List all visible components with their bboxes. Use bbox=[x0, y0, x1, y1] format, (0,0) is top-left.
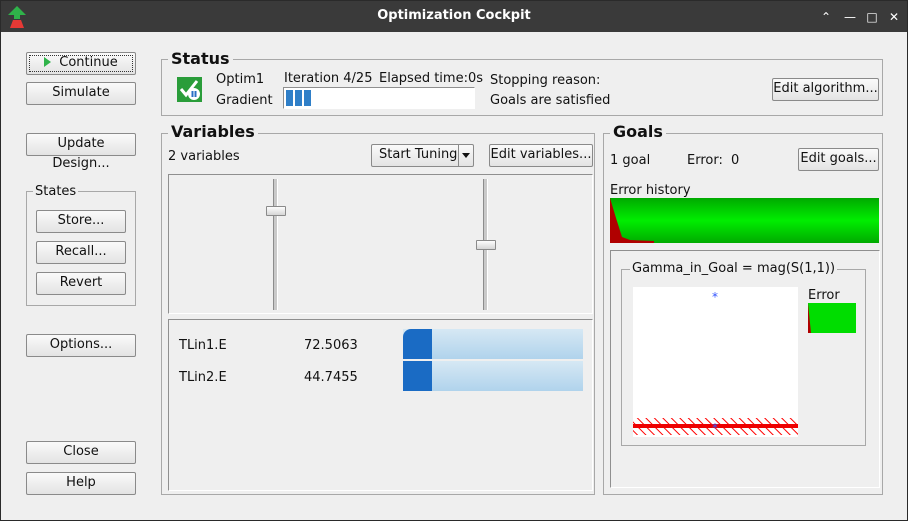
chevron-down-icon[interactable] bbox=[458, 145, 473, 166]
states-title: States bbox=[33, 184, 79, 199]
variable-name: TLin1.E bbox=[179, 338, 227, 353]
variable-value: 72.5063 bbox=[304, 338, 358, 353]
current-value-marker: * bbox=[712, 421, 718, 435]
recall-button[interactable]: Recall... bbox=[36, 241, 126, 264]
variables-list-panel: TLin1.E 72.5063 TLin2.E 44.7455 bbox=[168, 319, 593, 491]
minimize-icon[interactable]: — bbox=[842, 9, 858, 25]
tuning-slider-1[interactable] bbox=[264, 179, 288, 310]
variable-bar bbox=[403, 361, 583, 391]
play-icon bbox=[44, 57, 52, 67]
initial-value-marker: * bbox=[712, 290, 718, 304]
error-history-label: Error history bbox=[610, 183, 691, 198]
window-title: Optimization Cockpit bbox=[377, 8, 531, 23]
close-button[interactable]: Close bbox=[26, 441, 136, 464]
progress-segment bbox=[295, 90, 302, 106]
error-caption: Error bbox=[808, 288, 840, 303]
update-design-button[interactable]: Update Design... bbox=[26, 133, 136, 171]
revert-button[interactable]: Revert bbox=[36, 272, 126, 295]
variables-count: 2 variables bbox=[168, 149, 240, 164]
variable-bar-fill bbox=[403, 329, 432, 359]
maximize-icon[interactable]: □ bbox=[864, 9, 880, 25]
chevron-up-icon[interactable]: ⌃ bbox=[818, 9, 834, 25]
options-button[interactable]: Options... bbox=[26, 334, 136, 357]
stopping-reason-value: Goals are satisfied bbox=[490, 93, 611, 108]
simulate-button[interactable]: Simulate bbox=[26, 82, 136, 105]
goals-title: Goals bbox=[610, 122, 666, 141]
goals-count: 1 goal bbox=[610, 153, 651, 168]
method-name: Gradient bbox=[216, 93, 273, 108]
goals-error-label: Error: bbox=[687, 153, 723, 168]
iteration-text: Iteration 4/25 bbox=[284, 71, 373, 86]
variable-bar-fill bbox=[403, 361, 432, 391]
iteration-progress-bar bbox=[283, 87, 475, 109]
edit-goals-button[interactable]: Edit goals... bbox=[798, 148, 879, 171]
goal-plot: * * bbox=[633, 287, 798, 437]
progress-segment bbox=[304, 90, 311, 106]
variable-name: TLin2.E bbox=[179, 370, 227, 385]
edit-algorithm-button[interactable]: Edit algorithm... bbox=[772, 78, 879, 101]
optimization-cockpit-window: Optimization Cockpit ⌃ — □ ✕ Continue Si… bbox=[0, 0, 908, 521]
stopping-reason-label: Stopping reason: bbox=[490, 73, 601, 88]
status-title: Status bbox=[168, 49, 233, 68]
store-button[interactable]: Store... bbox=[36, 210, 126, 233]
algorithm-name: Optim1 bbox=[216, 72, 265, 87]
variables-title: Variables bbox=[168, 122, 258, 141]
edit-variables-button[interactable]: Edit variables... bbox=[489, 144, 593, 167]
error-indicator bbox=[808, 303, 856, 333]
slider-thumb[interactable] bbox=[476, 240, 496, 250]
continue-label: Continue bbox=[59, 55, 118, 70]
help-button[interactable]: Help bbox=[26, 472, 136, 495]
close-window-icon[interactable]: ✕ bbox=[886, 9, 902, 25]
goals-error-value: 0 bbox=[731, 153, 740, 168]
continue-button[interactable]: Continue bbox=[26, 52, 136, 75]
error-history-plot bbox=[610, 198, 879, 243]
slider-thumb[interactable] bbox=[266, 206, 286, 216]
start-tuning-dropdown[interactable]: Start Tuning bbox=[371, 144, 474, 167]
variable-bar bbox=[403, 329, 583, 359]
elapsed-time-text: Elapsed time:0s bbox=[379, 71, 483, 86]
tuning-slider-2[interactable] bbox=[474, 179, 498, 310]
slider-track bbox=[273, 179, 278, 310]
tuning-sliders-panel bbox=[168, 174, 593, 314]
goal-group-title: Gamma_in_Goal = mag(S(1,1)) bbox=[630, 261, 838, 276]
progress-segment bbox=[286, 90, 293, 106]
title-bar[interactable]: Optimization Cockpit ⌃ — □ ✕ bbox=[1, 1, 907, 32]
start-tuning-label: Start Tuning bbox=[379, 147, 458, 162]
optimizer-status-icon bbox=[177, 77, 202, 102]
variable-value: 44.7455 bbox=[304, 370, 358, 385]
